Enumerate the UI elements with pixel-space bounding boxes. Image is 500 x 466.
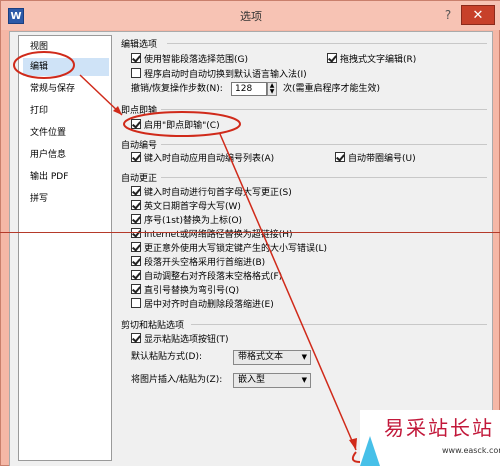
show-paste-button-checkbox[interactable]: 显示粘贴选项按钮(T) (131, 333, 229, 346)
autocorrect-checkbox[interactable]: 段落开头空格采用行首缩进(B) (131, 256, 265, 269)
divider (191, 324, 487, 325)
sidebar-item-output-pdf[interactable]: 输出 PDF (23, 168, 109, 186)
autocorrect-label: 英文日期首字母大写(W) (144, 202, 241, 212)
checkbox-box[interactable] (131, 119, 141, 129)
undo-steps-spinner[interactable]: ▲ ▼ (267, 82, 277, 96)
checkbox-box[interactable] (131, 200, 141, 210)
autocorrect-checkbox[interactable]: 直引号替换为弯引号(Q) (131, 284, 239, 297)
autocorrect-checkbox[interactable]: 居中对齐时自动删除段落缩进(E) (131, 298, 274, 311)
group-title-edit-options: 编辑选项 (121, 40, 158, 50)
autocorrect-checkbox[interactable]: 键入时自动进行句首字母大写更正(S) (131, 186, 292, 199)
checkbox-box[interactable] (131, 68, 141, 78)
checkbox-box[interactable] (131, 152, 141, 162)
undo-steps-suffix: 次(需重启程序才能生效) (283, 84, 381, 94)
autocorrect-label: 直引号替换为弯引号(Q) (144, 286, 240, 296)
circle-number-label: 自动带圈编号(U) (348, 154, 416, 164)
checkbox-box[interactable] (335, 152, 345, 162)
autocorrect-label: 段落开头空格采用行首缩进(B) (144, 258, 266, 268)
undo-steps-input[interactable]: 128 (231, 82, 267, 96)
autocorrect-label: 居中对齐时自动删除段落缩进(E) (144, 300, 274, 310)
sidebar-item-print[interactable]: 打印 (23, 102, 109, 120)
undo-steps-label: 撤销/恢复操作步数(N): (131, 84, 223, 94)
auto-ime-label: 程序启动时自动切换到默认语言输入法(I) (144, 70, 307, 80)
checkbox-box[interactable] (131, 333, 141, 343)
autocorrect-checkbox[interactable]: Internet或网络路径替换为超链接(H) (131, 228, 293, 241)
checkbox-box[interactable] (131, 270, 141, 280)
chevron-down-icon: ▼ (301, 376, 307, 384)
checkbox-box[interactable] (131, 242, 141, 252)
close-button[interactable]: ✕ (461, 5, 495, 25)
sidebar-item-file-location[interactable]: 文件位置 (23, 124, 109, 142)
auto-ime-checkbox[interactable]: 程序启动时自动切换到默认语言输入法(I) (131, 68, 307, 81)
autocorrect-label: 更正意外使用大写锁定键产生的大小写错误(L) (144, 244, 328, 254)
checkbox-box[interactable] (131, 53, 141, 63)
divider (161, 144, 487, 145)
watermark-text: 易采站长站 (384, 416, 494, 440)
chevron-down-icon: ▼ (301, 353, 307, 361)
divider (161, 177, 487, 178)
checkbox-box[interactable] (131, 284, 141, 294)
watermark-logo-icon (360, 436, 380, 466)
sidebar-item-general-save[interactable]: 常规与保存 (23, 80, 109, 98)
edit-options-panel: 编辑选项 使用智能段落选择范围(G) 拖拽式文字编辑(R) 程序启动时自动切换到… (119, 35, 491, 455)
divider (167, 43, 487, 44)
circle-number-checkbox[interactable]: 自动带圈编号(U) (335, 152, 416, 165)
help-button[interactable]: ? (437, 6, 459, 24)
drag-edit-label: 拖拽式文字编辑(R) (340, 55, 417, 65)
options-sidebar: 视图 编辑 常规与保存 打印 文件位置 用户信息 输出 PDF 拼写 (18, 35, 112, 461)
divider (161, 109, 487, 110)
sidebar-item-spelling[interactable]: 拼写 (23, 190, 109, 208)
red-guide-line (0, 232, 500, 233)
smart-para-label: 使用智能段落选择范围(G) (144, 55, 248, 65)
default-paste-value: 带格式文本 (238, 352, 284, 362)
sidebar-item-view[interactable]: 视图 (23, 38, 109, 56)
drag-edit-checkbox[interactable]: 拖拽式文字编辑(R) (327, 53, 416, 66)
autocorrect-checkbox[interactable]: 英文日期首字母大写(W) (131, 200, 241, 213)
checkbox-box[interactable] (327, 53, 337, 63)
autocorrect-checkbox[interactable]: 序号(1st)替换为上标(O) (131, 214, 242, 227)
group-title-auto-number: 自动编号 (121, 141, 158, 151)
autocorrect-checkbox[interactable]: 更正意外使用大写锁定键产生的大小写错误(L) (131, 242, 327, 255)
image-insert-select[interactable]: 嵌入型 ▼ (233, 373, 311, 388)
watermark-url: www.easck.com (442, 446, 500, 455)
instant-input-checkbox[interactable]: 启用"即点即输"(C) (131, 119, 220, 132)
checkbox-box[interactable] (131, 256, 141, 266)
group-title-auto-correct: 自动更正 (121, 174, 158, 184)
checkbox-box[interactable] (131, 298, 141, 308)
instant-input-label: 启用"即点即输"(C) (144, 121, 220, 131)
sidebar-item-user-info[interactable]: 用户信息 (23, 146, 109, 164)
autocorrect-label: 序号(1st)替换为上标(O) (144, 216, 243, 226)
title-bar: W 选项 ? ✕ (1, 1, 500, 30)
checkbox-box[interactable] (131, 186, 141, 196)
show-paste-button-label: 显示粘贴选项按钮(T) (144, 335, 229, 345)
autocorrect-label: 自动调整右对齐段落末空格格式(F) (144, 272, 283, 282)
autocorrect-label: 键入时自动进行句首字母大写更正(S) (144, 188, 292, 198)
default-paste-label: 默认粘贴方式(D): (131, 352, 202, 362)
image-insert-value: 嵌入型 (238, 375, 266, 385)
group-title-instant-input: 即点即输 (121, 106, 158, 116)
smart-para-checkbox[interactable]: 使用智能段落选择范围(G) (131, 53, 248, 66)
sidebar-item-edit[interactable]: 编辑 (23, 58, 109, 76)
group-title-clipboard: 剪切和粘贴选项 (121, 321, 185, 331)
checkbox-box[interactable] (131, 228, 141, 238)
dialog-title: 选项 (240, 10, 262, 23)
default-paste-select[interactable]: 带格式文本 ▼ (233, 350, 311, 365)
auto-number-list-label: 键入时自动应用自动编号列表(A) (144, 154, 275, 164)
autocorrect-checkbox[interactable]: 自动调整右对齐段落末空格格式(F) (131, 270, 282, 283)
image-insert-label: 将图片插入/粘贴为(Z): (131, 375, 223, 385)
auto-number-list-checkbox[interactable]: 键入时自动应用自动编号列表(A) (131, 152, 274, 165)
checkbox-box[interactable] (131, 214, 141, 224)
